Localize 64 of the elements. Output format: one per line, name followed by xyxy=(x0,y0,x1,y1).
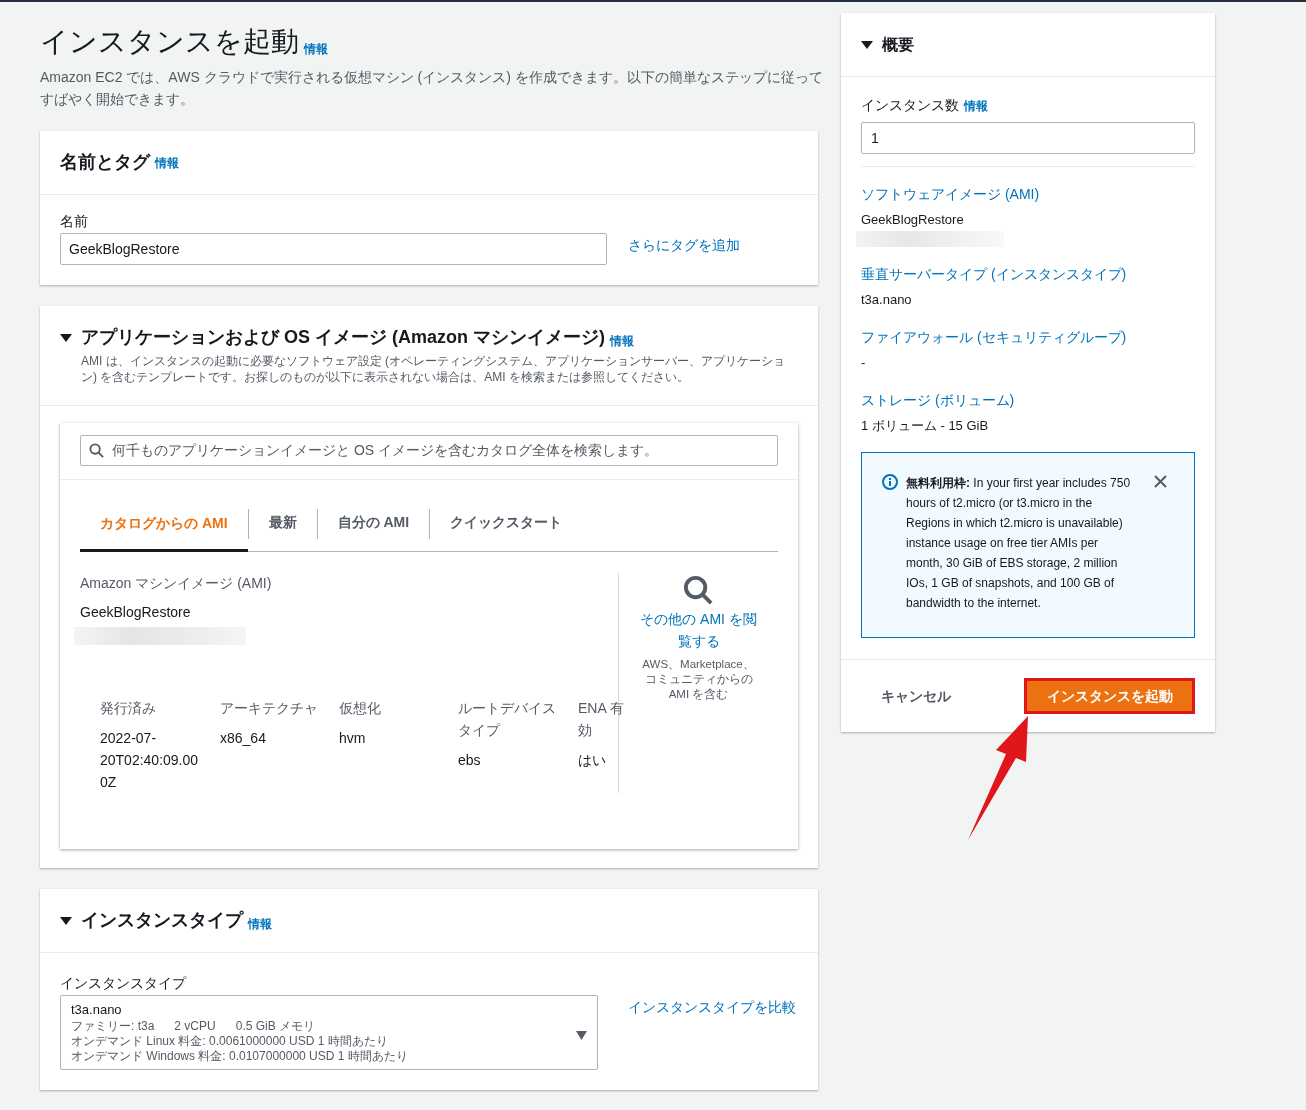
detail-label: ENA 有効 xyxy=(578,699,625,740)
instance-count-input[interactable]: 1 xyxy=(861,122,1195,154)
info-link[interactable]: 情報 xyxy=(248,915,272,933)
field-label: 名前 xyxy=(60,212,89,231)
info-link[interactable]: 情報 xyxy=(155,153,179,172)
compare-types-link[interactable]: インスタンスタイプを比較 xyxy=(628,997,796,1018)
info-link[interactable]: 情報 xyxy=(610,332,634,350)
section-description: AMI は、インスタンスの起動に必要なソフトウェア設定 (オペレーティングシステム、アプリケーションサーバー、アプリケーション) を含むテンプレートです。お探しのものが以下に表示されない場合は、AMI を検索または参照してください。 xyxy=(81,353,786,385)
section-title: アプリケーションおよび OS イメージ (Amazon マシンイメージ) xyxy=(81,326,605,349)
field-label: Amazon マシンイメージ (AMI) xyxy=(80,574,273,593)
detail-value: 2022-07-20T02:40:09.000Z xyxy=(100,729,200,792)
free-tier-text: 無料利用枠: In your first year includes 750 hours of t2.micro (or t3.micro in the Regions in which t2.micro is unavailable) instance usage on free tier AMIs per month, 30 GiB of EBS storage, 2 million IOs, 1 GB of snapshots, and 100 GB of bandwidth to the internet. xyxy=(906,475,1132,612)
detail-label: アーキテクチャ xyxy=(220,699,318,718)
tab[interactable]: クイックスタート xyxy=(430,497,583,551)
summary-value: GeekBlogRestore xyxy=(861,211,965,229)
summary-link[interactable]: 垂直サーバータイプ (インスタンスタイプ) xyxy=(861,264,1195,284)
detail-label: 発行済み xyxy=(100,699,156,718)
tab[interactable]: 最新 xyxy=(248,497,317,551)
selected-type: t3a.nano xyxy=(71,1001,123,1019)
type-vcpu: 2 vCPU xyxy=(174,1019,216,1034)
section-title: 名前とタグ xyxy=(60,151,150,174)
windows-price: オンデマンド Windows 料金: 0.0107000000 USD 1 時間あたり xyxy=(71,1049,409,1064)
type-family: ファミリー: t3a xyxy=(71,1019,155,1034)
dropdown-caret-icon xyxy=(576,1031,587,1040)
name-input[interactable]: GeekBlogRestore xyxy=(60,233,607,265)
info-icon xyxy=(882,474,898,490)
caret-icon[interactable] xyxy=(60,915,72,926)
section-title: インスタンスタイプ xyxy=(81,909,243,932)
browse-ami-link[interactable]: その他の AMI を閲覧する xyxy=(633,608,764,652)
detail-value: x86_64 xyxy=(220,729,266,748)
caret-icon[interactable] xyxy=(60,332,72,343)
caret-icon[interactable] xyxy=(861,39,873,50)
launch-instance-button[interactable]: インスタンスを起動 xyxy=(1024,678,1195,714)
type-memory: 0.5 GiB メモリ xyxy=(235,1019,316,1034)
page-title: インスタンスを起動 xyxy=(40,25,299,59)
summary-title: 概要 xyxy=(882,34,914,55)
info-link[interactable]: 情報 xyxy=(964,96,988,115)
instance-type-select[interactable]: t3a.nano ファミリー: t3a 2 vCPU 0.5 GiB メモリ オンデマンド Linux 料金: 0.0061000000 USD 1 時間あたり オンデマンド Windows 料金: 0.0107000000 USD 1 時間あたり xyxy=(60,995,598,1070)
summary-link[interactable]: ファイアウォール (セキュリティグループ) xyxy=(861,327,1195,347)
tab[interactable]: カタログからの AMI xyxy=(80,497,248,552)
info-link[interactable]: 情報 xyxy=(304,40,328,58)
detail-label: ルートデバイスタイプ xyxy=(458,699,557,740)
detail-value: ebs xyxy=(458,751,481,770)
page-description: Amazon EC2 では、AWS クラウドで実行される仮想マシン (インスタンス) を作成できます。以下の簡単なステップに従ってすばやく開始できます。 xyxy=(40,68,824,109)
summary-value: 1 ボリューム - 15 GiB xyxy=(861,417,990,435)
linux-price: オンデマンド Linux 料金: 0.0061000000 USD 1 時間あたり xyxy=(71,1034,389,1049)
detail-label: 仮想化 xyxy=(339,699,381,718)
search-icon xyxy=(89,443,104,458)
field-label: インスタンス数 xyxy=(861,96,959,115)
summary-link[interactable]: ソフトウェアイメージ (AMI) xyxy=(861,184,1195,204)
search-field[interactable]: 何千ものアプリケーションイメージと OS イメージを含むカタログ全体を検索します。 xyxy=(80,435,778,466)
cancel-button[interactable]: キャンセル xyxy=(881,685,951,707)
summary-value: t3a.nano xyxy=(861,291,913,309)
detail-value: hvm xyxy=(339,729,366,748)
browse-note: AWS、Marketplace、コミュニティからの AMI を含む xyxy=(641,657,756,702)
summary-link[interactable]: ストレージ (ボリューム) xyxy=(861,390,1195,410)
search-icon xyxy=(683,575,714,606)
detail-value: はい xyxy=(578,751,606,770)
close-icon[interactable] xyxy=(1154,475,1167,488)
summary-value: - xyxy=(861,354,867,372)
add-tags-link[interactable]: さらにタグを追加 xyxy=(628,234,740,256)
field-label: インスタンスタイプ xyxy=(60,974,188,993)
ami-name: GeekBlogRestore xyxy=(80,603,192,622)
tab[interactable]: 自分の AMI xyxy=(317,497,430,551)
